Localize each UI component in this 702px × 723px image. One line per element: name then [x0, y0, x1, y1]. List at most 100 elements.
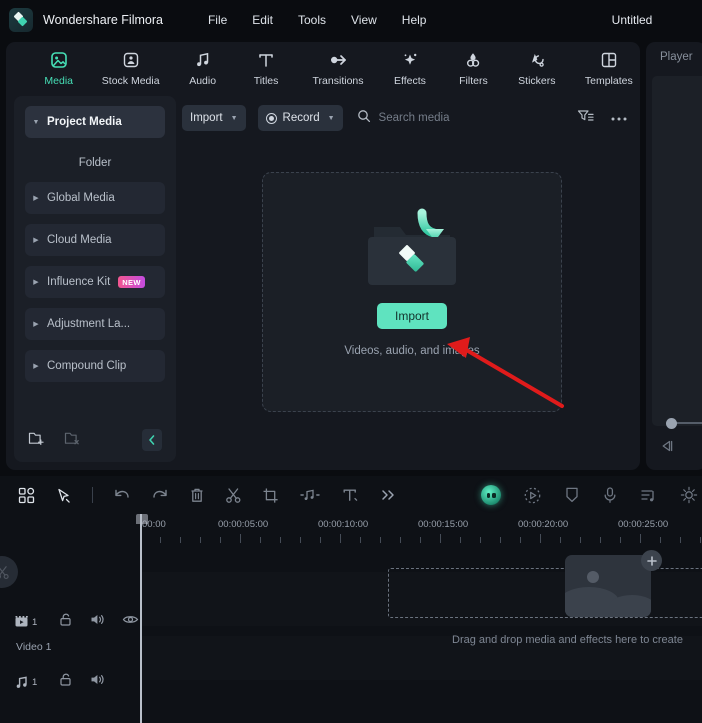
audio-mixer-icon[interactable]: [640, 487, 658, 504]
tab-templates[interactable]: Templates: [578, 49, 640, 87]
split-scissors-icon[interactable]: [225, 487, 242, 504]
tab-stock-media[interactable]: Stock Media: [99, 49, 161, 87]
redo-icon[interactable]: [151, 487, 169, 503]
tab-transitions[interactable]: Transitions: [307, 49, 369, 87]
undo-icon[interactable]: [113, 487, 131, 503]
ruler-tick: [200, 537, 201, 543]
unlock-icon[interactable]: [58, 672, 73, 692]
record-dropdown-button[interactable]: Record ▼: [257, 105, 343, 131]
ruler-label-5: 00:00:25:00: [618, 519, 669, 530]
timeline-ruler[interactable]: 00:00 00:00:05:00 00:00:10:00 00:00:15:0…: [140, 514, 702, 550]
ruler-tick: [400, 537, 401, 543]
speaker-icon[interactable]: [89, 612, 106, 632]
player-progress-slider[interactable]: [662, 417, 702, 429]
ruler-tick: [560, 537, 561, 543]
text-tool-icon[interactable]: [341, 487, 359, 503]
video-track-icon[interactable]: 1: [14, 615, 46, 629]
menu-item-view[interactable]: View: [341, 8, 387, 32]
filters-droplets-icon: [463, 49, 483, 71]
color-match-icon[interactable]: [680, 486, 698, 504]
speaker-icon[interactable]: [89, 672, 106, 692]
ruler-label-2: 00:00:10:00: [318, 519, 369, 530]
player-slider-knob[interactable]: [666, 417, 677, 429]
playhead[interactable]: [140, 514, 142, 723]
track-header-audio-1: 1: [14, 672, 106, 692]
audio-wave-icon[interactable]: [299, 487, 321, 503]
sidebar-item-compound-clip[interactable]: ▶ Compound Clip: [25, 350, 165, 382]
tab-filters-label: Filters: [459, 75, 488, 87]
menu-item-edit[interactable]: Edit: [242, 8, 283, 32]
menu-item-file[interactable]: File: [198, 8, 237, 32]
toolbar-divider: [92, 487, 93, 503]
caret-right-icon: ▶: [33, 279, 39, 286]
sidebar-item-project-media[interactable]: ▼ Project Media: [25, 106, 165, 138]
collapse-left-icon[interactable]: [142, 429, 162, 451]
tab-stickers[interactable]: Stickers: [514, 49, 559, 87]
unlock-icon[interactable]: [58, 612, 73, 632]
tab-effects-label: Effects: [394, 75, 426, 87]
ruler-label-1: 00:00:05:00: [218, 519, 269, 530]
sidebar-folder-label: Folder: [78, 157, 112, 169]
sidebar-item-adjustment-layer[interactable]: ▶ Adjustment La...: [25, 308, 165, 340]
import-button[interactable]: Import: [376, 303, 447, 329]
tab-transitions-label: Transitions: [312, 75, 364, 87]
audio-track-number: 1: [32, 676, 38, 688]
ruler-tick: [160, 537, 161, 543]
media-content-area: Import ▼ Record ▼ Search media Import Vi…: [182, 96, 634, 462]
transitions-arrow-icon: [327, 49, 349, 71]
menu-item-tools[interactable]: Tools: [288, 8, 336, 32]
sidebar-item-influence-kit-label: Influence Kit: [47, 276, 111, 288]
media-dropzone[interactable]: Import Videos, audio, and images: [262, 172, 562, 412]
selection-pointer-icon[interactable]: [55, 487, 72, 504]
audio-track-icon[interactable]: 1: [14, 675, 46, 689]
mask-shield-icon[interactable]: [564, 486, 580, 504]
player-tab-label[interactable]: Player: [646, 42, 702, 72]
eye-icon[interactable]: [122, 613, 139, 631]
previous-frame-icon[interactable]: [660, 439, 676, 458]
sidebar-footer: [14, 418, 176, 462]
add-plus-icon[interactable]: [641, 550, 662, 571]
sidebar-item-cloud-media[interactable]: ▶ Cloud Media: [25, 224, 165, 256]
tab-media[interactable]: Media: [36, 49, 81, 87]
ai-assistant-icon[interactable]: [481, 485, 501, 505]
timeline-tracks-area[interactable]: Drag and drop media and effects here to …: [140, 550, 702, 723]
more-chevrons-icon[interactable]: [379, 487, 397, 503]
more-options-icon[interactable]: [610, 109, 628, 127]
grid-layout-icon[interactable]: [18, 487, 35, 504]
media-thumbnail-icon[interactable]: [565, 555, 651, 617]
sidebar-item-global-media[interactable]: ▶ Global Media: [25, 182, 165, 214]
microphone-icon[interactable]: [602, 486, 618, 504]
import-dropdown-button[interactable]: Import ▼: [182, 105, 246, 131]
delete-folder-icon[interactable]: [64, 430, 82, 451]
video-track-number: 1: [32, 616, 38, 628]
playhead-handle[interactable]: [136, 514, 148, 524]
thumbnail-hill-right: [609, 595, 651, 617]
timeline-panel: 1 Video 1 1 00:00 00:00:05:00 00:00:10:0…: [0, 476, 702, 723]
filter-sort-icon[interactable]: [577, 108, 594, 129]
media-toolbar-right: [577, 108, 634, 129]
search-input-placeholder: Search media: [378, 112, 450, 124]
dropzone-hint: Videos, audio, and images: [344, 345, 480, 357]
tab-audio[interactable]: Audio: [180, 49, 225, 87]
speed-ramp-icon[interactable]: [523, 486, 542, 505]
tab-effects[interactable]: Effects: [387, 49, 432, 87]
media-toolbar: Import ▼ Record ▼ Search media: [182, 96, 634, 140]
ruler-tick: [300, 537, 301, 543]
menu-item-help[interactable]: Help: [392, 8, 437, 32]
new-folder-icon[interactable]: [28, 430, 46, 451]
filmora-logo-glyph: [13, 11, 28, 27]
player-preview-stage[interactable]: [652, 76, 702, 426]
tab-titles[interactable]: Titles: [243, 49, 288, 87]
sidebar-item-cloud-media-label: Cloud Media: [47, 234, 112, 246]
tab-filters[interactable]: Filters: [451, 49, 496, 87]
search-media-field[interactable]: Search media: [357, 109, 450, 128]
caret-right-icon: ▶: [33, 363, 39, 370]
tab-titles-label: Titles: [253, 75, 279, 87]
sidebar-item-project-media-label: Project Media: [47, 116, 122, 128]
ruler-tick: [260, 537, 261, 543]
crop-icon[interactable]: [262, 487, 279, 504]
delete-trash-icon[interactable]: [189, 487, 205, 504]
ruler-tick: [480, 537, 481, 543]
timeline-drop-outline[interactable]: [388, 568, 702, 618]
sidebar-item-influence-kit[interactable]: ▶ Influence Kit NEW: [25, 266, 165, 298]
